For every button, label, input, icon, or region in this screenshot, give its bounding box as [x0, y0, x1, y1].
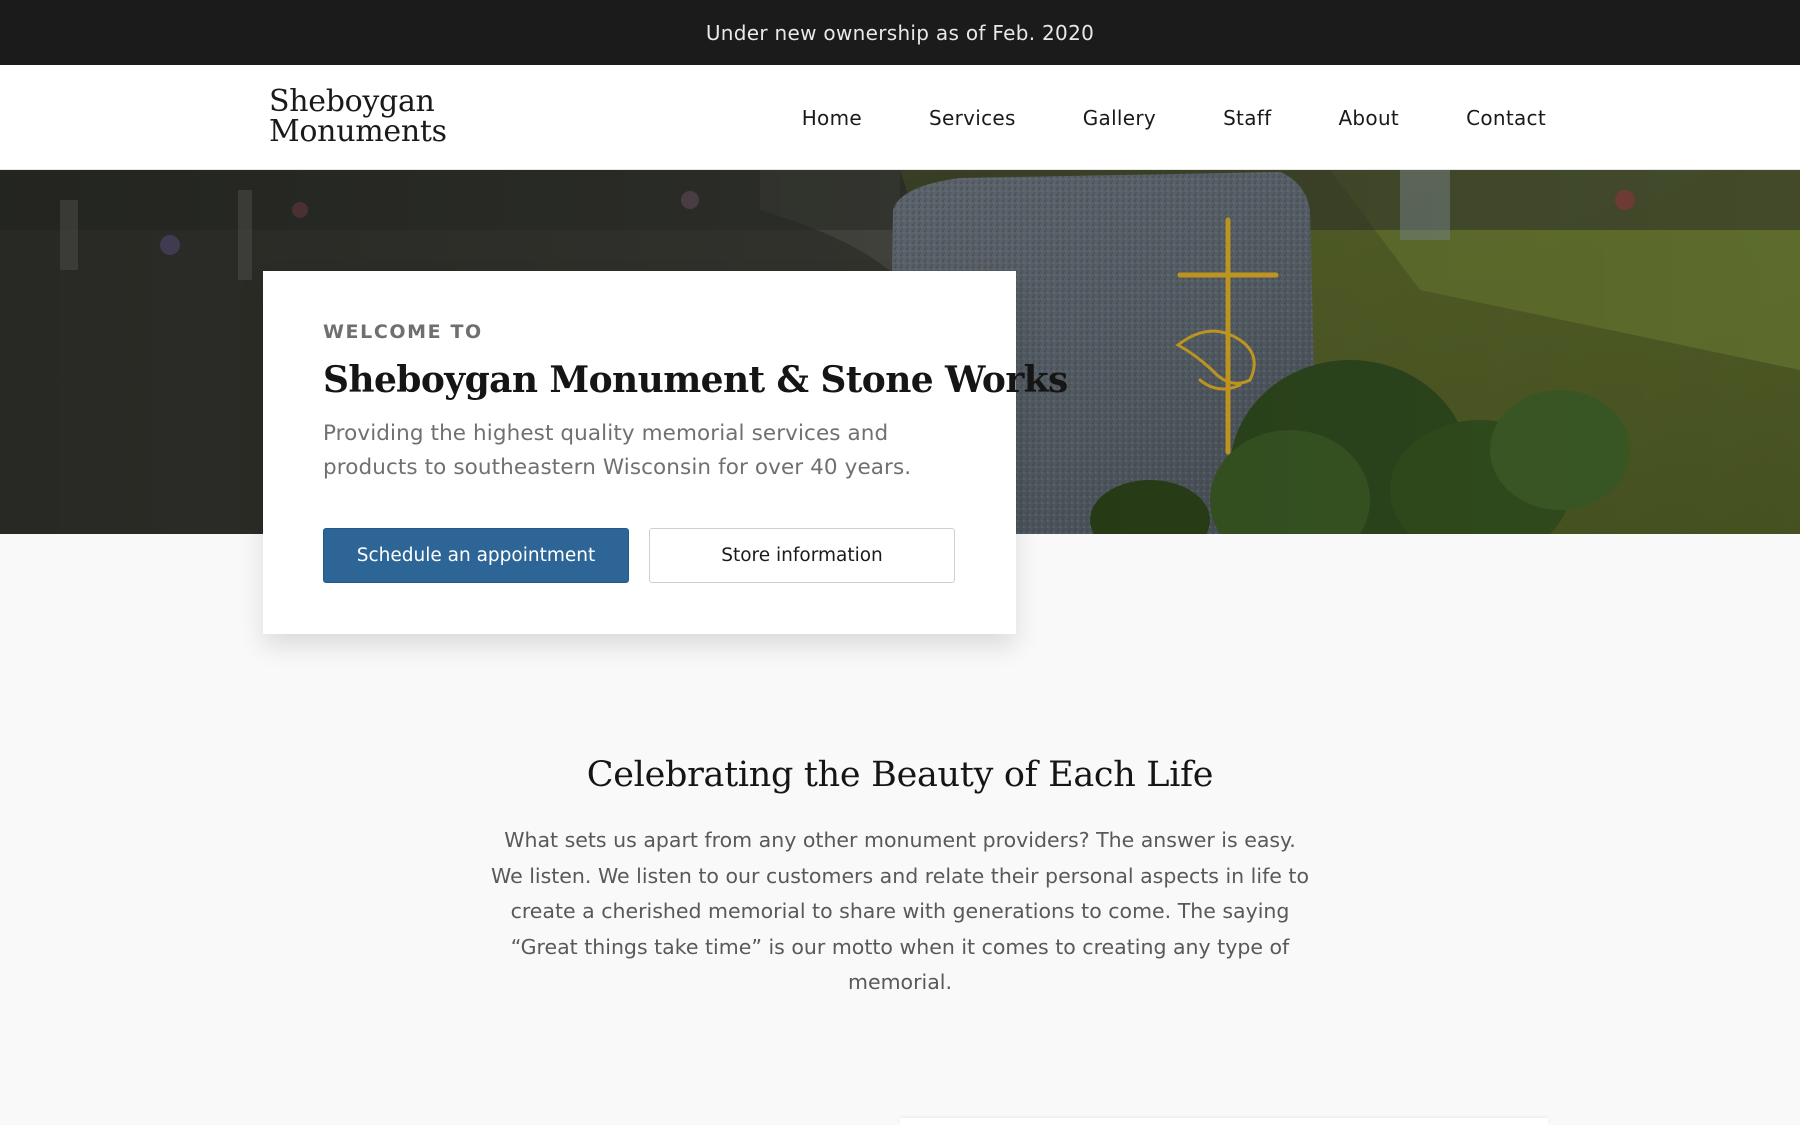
- about-body: What sets us apart from any other monume…: [491, 828, 1309, 994]
- nav-services[interactable]: Services: [929, 106, 1016, 130]
- welcome-card: WELCOME TO Sheboygan Monument & Stone Wo…: [263, 271, 1068, 634]
- main-nav: Home Services Gallery Staff About Contac…: [802, 65, 1546, 170]
- store-information-button[interactable]: Store information: [649, 528, 955, 583]
- about-heading: Celebrating the Beauty of Each Life: [586, 755, 1214, 795]
- hero-title: Sheboygan Monument & Stone Works: [323, 359, 1068, 401]
- about-section: Celebrating the Beauty of Each Life What…: [0, 755, 1800, 1001]
- site-header: Sheboygan Monuments Home Services Galler…: [0, 65, 1800, 170]
- site-logo[interactable]: Sheboygan Monuments: [269, 87, 447, 147]
- nav-home[interactable]: Home: [802, 106, 862, 130]
- nav-about[interactable]: About: [1338, 106, 1399, 130]
- logo-line-1: Sheboygan: [269, 84, 435, 119]
- announcement-bar: Under new ownership as of Feb. 2020: [0, 0, 1800, 65]
- schedule-appointment-button[interactable]: Schedule an appointment: [323, 528, 629, 583]
- hero-description: Providing the highest quality memorial s…: [323, 421, 912, 480]
- logo-line-2: Monuments: [269, 114, 447, 149]
- hero-actions: Schedule an appointment Store informatio…: [323, 528, 955, 583]
- nav-staff[interactable]: Staff: [1223, 106, 1271, 130]
- nav-gallery[interactable]: Gallery: [1083, 106, 1156, 130]
- welcome-eyebrow: WELCOME TO: [323, 321, 483, 343]
- announcement-text: Under new ownership as of Feb. 2020: [705, 20, 1095, 45]
- nav-contact[interactable]: Contact: [1466, 106, 1546, 130]
- next-section-card: [900, 1118, 1548, 1125]
